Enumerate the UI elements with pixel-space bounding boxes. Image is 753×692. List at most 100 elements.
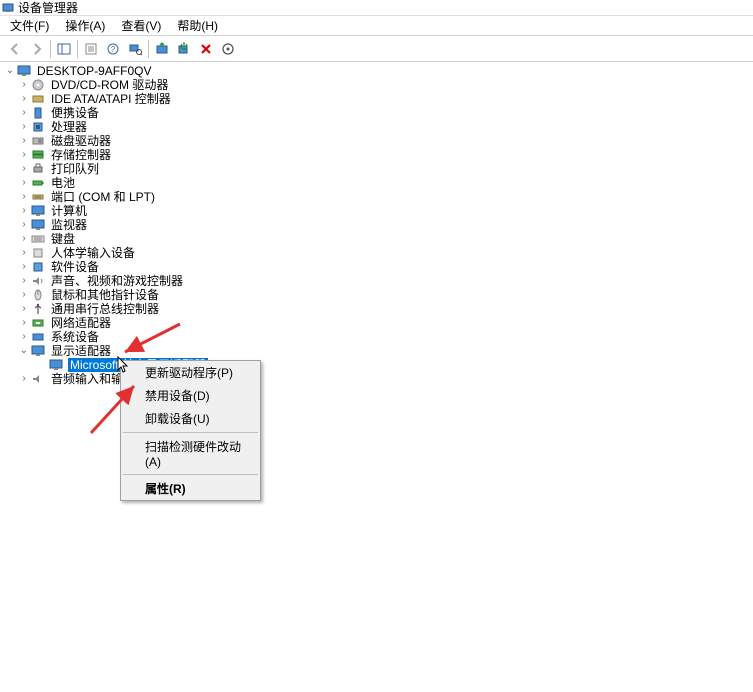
tree-category-hid[interactable]: › 人体学输入设备 bbox=[0, 246, 753, 260]
category-label: 计算机 bbox=[50, 204, 88, 218]
menu-file[interactable]: 文件(F) bbox=[4, 15, 55, 36]
context-uninstall-device[interactable]: 卸载设备(U) bbox=[121, 407, 260, 430]
expander-icon[interactable]: › bbox=[18, 204, 30, 218]
context-scan-hardware[interactable]: 扫描检测硬件改动(A) bbox=[121, 435, 260, 472]
menu-action[interactable]: 操作(A) bbox=[59, 15, 111, 36]
tree-category-software[interactable]: › 软件设备 bbox=[0, 260, 753, 274]
usb-icon bbox=[30, 302, 46, 316]
tree-category-printqueue[interactable]: › 打印队列 bbox=[0, 162, 753, 176]
tree-category-network[interactable]: › 网络适配器 bbox=[0, 316, 753, 330]
mouse-icon bbox=[30, 288, 46, 302]
context-update-driver[interactable]: 更新驱动程序(P) bbox=[121, 361, 260, 384]
toolbar-scan-changes[interactable] bbox=[217, 38, 239, 60]
tree-category-disk[interactable]: › 磁盘驱动器 bbox=[0, 134, 753, 148]
expander-icon[interactable]: › bbox=[18, 106, 30, 120]
toolbar-show-hide-tree[interactable] bbox=[53, 38, 75, 60]
storage-icon bbox=[30, 148, 46, 162]
computer-icon bbox=[16, 64, 32, 78]
expander-icon[interactable]: › bbox=[18, 176, 30, 190]
toolbar-scan[interactable] bbox=[124, 38, 146, 60]
category-label: 软件设备 bbox=[50, 260, 100, 274]
expander-icon[interactable]: › bbox=[18, 190, 30, 204]
expander-icon[interactable]: › bbox=[18, 246, 30, 260]
category-label: 磁盘驱动器 bbox=[50, 134, 112, 148]
toolbar-uninstall[interactable] bbox=[195, 38, 217, 60]
menu-view[interactable]: 查看(V) bbox=[115, 15, 167, 36]
tree-category-system[interactable]: › 系统设备 bbox=[0, 330, 753, 344]
menu-bar: 文件(F) 操作(A) 查看(V) 帮助(H) bbox=[0, 16, 753, 36]
tree-category-audio[interactable]: › 音频输入和输出 bbox=[0, 372, 753, 386]
context-properties[interactable]: 属性(R) bbox=[121, 477, 260, 500]
context-separator bbox=[123, 432, 258, 433]
context-disable-device[interactable]: 禁用设备(D) bbox=[121, 384, 260, 407]
expander-icon[interactable]: › bbox=[18, 78, 30, 92]
category-label: 便携设备 bbox=[50, 106, 100, 120]
expander-icon[interactable]: › bbox=[18, 330, 30, 344]
tree-category-storage[interactable]: › 存储控制器 bbox=[0, 148, 753, 162]
toolbar-help[interactable]: ? bbox=[102, 38, 124, 60]
tree-device-basic-display[interactable]: Microsoft 基本显示适配器 bbox=[0, 358, 753, 372]
expander-icon[interactable]: › bbox=[18, 288, 30, 302]
category-label: 声音、视频和游戏控制器 bbox=[50, 274, 184, 288]
expander-icon[interactable]: › bbox=[18, 274, 30, 288]
tree-root[interactable]: ⌄ DESKTOP-9AFF0QV bbox=[0, 64, 753, 78]
toolbar-properties[interactable] bbox=[80, 38, 102, 60]
tree-category-dvd[interactable]: › DVD/CD-ROM 驱动器 bbox=[0, 78, 753, 92]
toolbar-disable[interactable] bbox=[173, 38, 195, 60]
display-icon bbox=[30, 344, 46, 358]
expander-icon[interactable]: ⌄ bbox=[18, 344, 30, 358]
category-label: 监视器 bbox=[50, 218, 88, 232]
expander-icon[interactable]: › bbox=[18, 120, 30, 134]
expander-icon[interactable]: › bbox=[18, 148, 30, 162]
tree-category-ide[interactable]: › IDE ATA/ATAPI 控制器 bbox=[0, 92, 753, 106]
category-label: 电池 bbox=[50, 176, 76, 190]
tree-category-mouse[interactable]: › 鼠标和其他指针设备 bbox=[0, 288, 753, 302]
expander-icon[interactable]: › bbox=[18, 316, 30, 330]
expander-icon[interactable]: › bbox=[18, 302, 30, 316]
display-icon bbox=[48, 358, 64, 372]
toolbar-forward[interactable] bbox=[26, 38, 48, 60]
tree-category-monitor[interactable]: › 监视器 bbox=[0, 218, 753, 232]
category-label: 端口 (COM 和 LPT) bbox=[50, 190, 156, 204]
tree-category-portable[interactable]: › 便携设备 bbox=[0, 106, 753, 120]
tree-category-ports[interactable]: › 端口 (COM 和 LPT) bbox=[0, 190, 753, 204]
category-label: 人体学输入设备 bbox=[50, 246, 136, 260]
toolbar-separator bbox=[77, 40, 78, 58]
device-tree[interactable]: ⌄ DESKTOP-9AFF0QV › DVD/CD-ROM 驱动器 › IDE… bbox=[0, 62, 753, 388]
menu-help[interactable]: 帮助(H) bbox=[171, 15, 224, 36]
cpu-icon bbox=[30, 120, 46, 134]
expander-icon[interactable]: › bbox=[18, 134, 30, 148]
tree-category-processor[interactable]: › 处理器 bbox=[0, 120, 753, 134]
computer-name: DESKTOP-9AFF0QV bbox=[36, 64, 152, 78]
category-label: 处理器 bbox=[50, 120, 88, 134]
disk-icon bbox=[30, 134, 46, 148]
expander-icon[interactable]: › bbox=[18, 92, 30, 106]
toolbar-back[interactable] bbox=[4, 38, 26, 60]
portable-icon bbox=[30, 106, 46, 120]
toolbar-separator bbox=[50, 40, 51, 58]
tree-category-sound[interactable]: › 声音、视频和游戏控制器 bbox=[0, 274, 753, 288]
tree-category-usb[interactable]: › 通用串行总线控制器 bbox=[0, 302, 753, 316]
tree-category-computer[interactable]: › 计算机 bbox=[0, 204, 753, 218]
port-icon bbox=[30, 190, 46, 204]
expander-icon[interactable]: › bbox=[18, 372, 30, 386]
expander-icon[interactable]: › bbox=[18, 218, 30, 232]
expander-icon[interactable]: › bbox=[18, 232, 30, 246]
toolbar-separator bbox=[148, 40, 149, 58]
app-icon bbox=[2, 2, 14, 14]
expander-icon[interactable]: › bbox=[18, 162, 30, 176]
category-label: 存储控制器 bbox=[50, 148, 112, 162]
tree-category-keyboard[interactable]: › 键盘 bbox=[0, 232, 753, 246]
network-icon bbox=[30, 316, 46, 330]
app-title: 设备管理器 bbox=[18, 0, 78, 16]
tree-category-battery[interactable]: › 电池 bbox=[0, 176, 753, 190]
toolbar-update-driver[interactable] bbox=[151, 38, 173, 60]
controller-icon bbox=[30, 92, 46, 106]
category-label: IDE ATA/ATAPI 控制器 bbox=[50, 92, 172, 106]
expander-icon[interactable]: › bbox=[18, 260, 30, 274]
sound-icon bbox=[30, 274, 46, 288]
context-menu[interactable]: 更新驱动程序(P) 禁用设备(D) 卸载设备(U) 扫描检测硬件改动(A) 属性… bbox=[120, 360, 261, 501]
keyboard-icon bbox=[30, 232, 46, 246]
tree-category-display[interactable]: ⌄ 显示适配器 bbox=[0, 344, 753, 358]
expander-icon[interactable]: ⌄ bbox=[4, 64, 16, 78]
